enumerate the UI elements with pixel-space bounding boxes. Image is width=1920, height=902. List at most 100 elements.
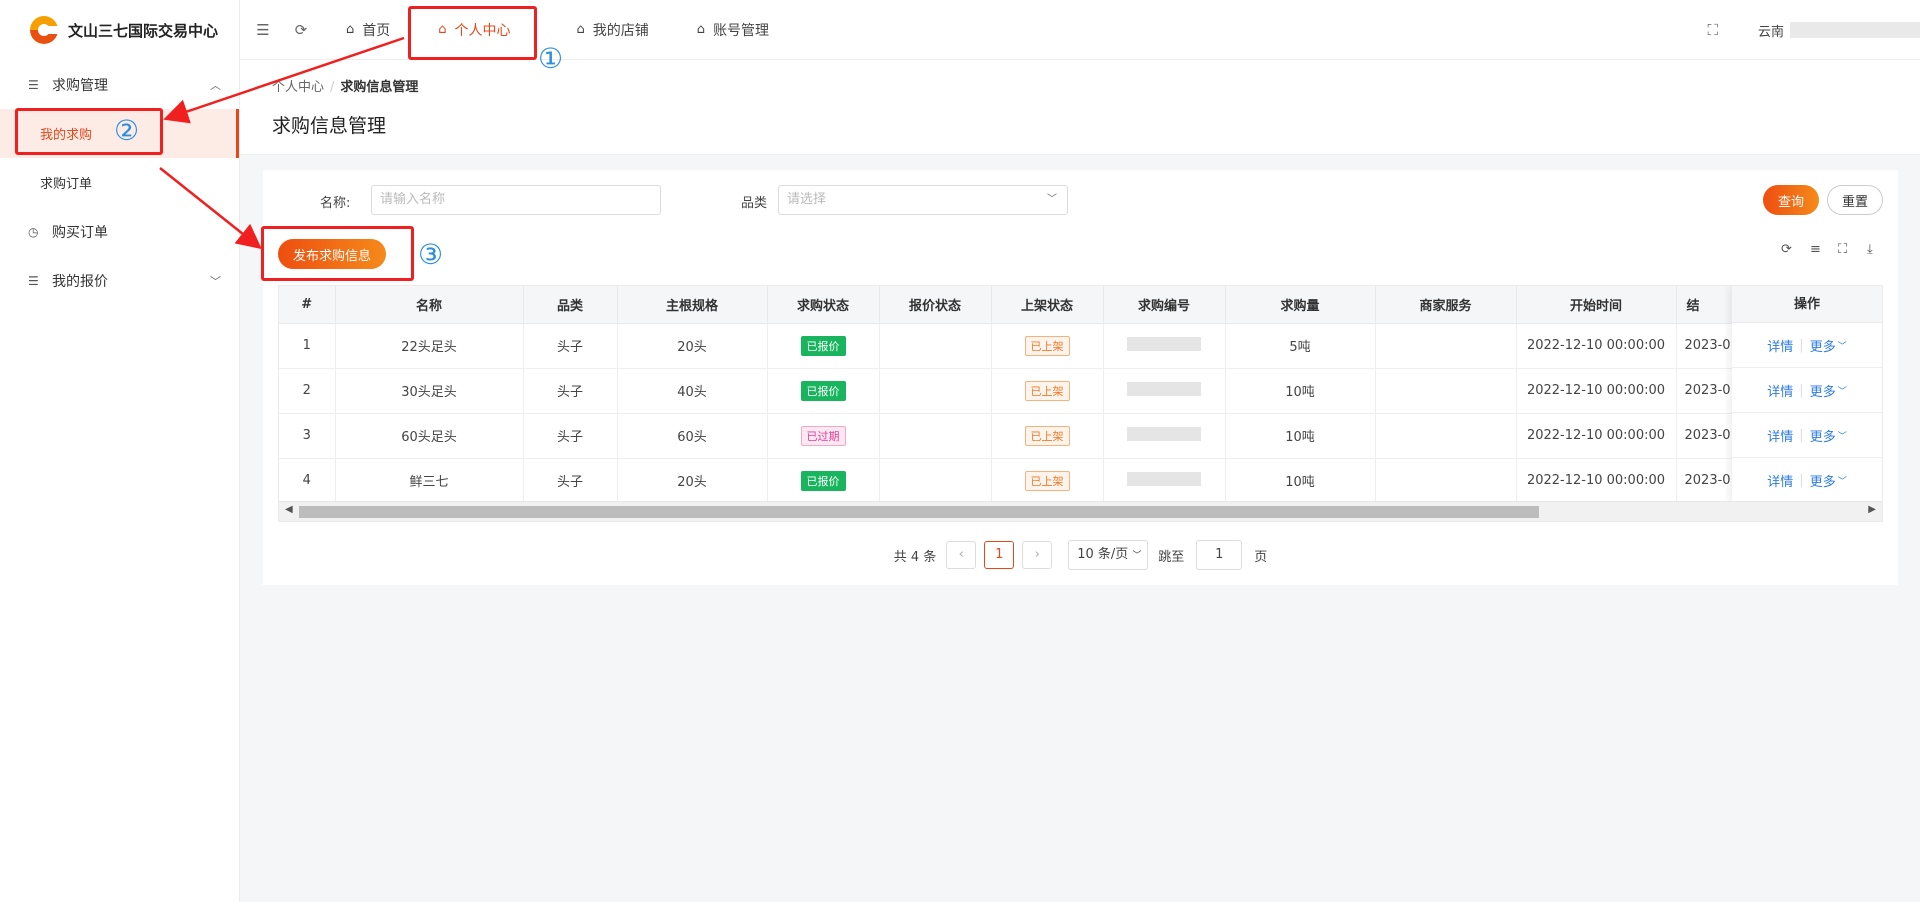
cell-status: 已过期 <box>767 413 880 459</box>
cell-qty: 10吨 <box>1225 368 1376 414</box>
sliders-icon: ☰ <box>28 77 39 92</box>
scroll-right-icon[interactable]: ▶ <box>1868 504 1876 515</box>
more-link[interactable]: 更多 <box>1810 336 1836 355</box>
column-header: 主根规格 <box>617 286 768 324</box>
annotation-box-1 <box>408 6 537 60</box>
cell-start: 2022-12-10 00:00:00 <box>1516 323 1677 369</box>
cell-status: 已报价 <box>767 323 880 369</box>
prev-page-button[interactable]: ‹ <box>946 541 977 569</box>
download-icon[interactable]: ⤓ <box>1867 242 1873 257</box>
more-link[interactable]: 更多 <box>1810 471 1836 490</box>
cell-service <box>1375 458 1517 504</box>
annotation-number-2: ② <box>114 114 140 147</box>
detail-link[interactable]: 详情 <box>1767 336 1793 355</box>
logo-icon <box>30 16 58 44</box>
status-badge: 已报价 <box>800 335 846 356</box>
page-header: 个人中心 / 求购信息管理 求购信息管理 <box>240 60 1920 155</box>
chevron-down-icon: ﹀ <box>1132 551 1142 561</box>
divider: | <box>1799 337 1804 353</box>
logo[interactable]: 文山三七国际交易中心 <box>0 0 239 60</box>
name-input[interactable]: 请输入名称 <box>371 185 661 215</box>
divider: | <box>1799 472 1804 488</box>
density-icon[interactable]: ≡ <box>1810 242 1821 257</box>
jump-input[interactable]: 1 <box>1196 540 1243 570</box>
clock-icon: ◷ <box>28 224 39 239</box>
fullscreen-icon[interactable]: ⛶ <box>1838 242 1847 257</box>
column-header: 操作 <box>1732 286 1882 323</box>
category-placeholder: 请选择 <box>787 192 827 207</box>
home-icon: ⌂ <box>346 22 355 37</box>
cell-code <box>1103 458 1226 504</box>
page-suffix: 页 <box>1254 549 1268 565</box>
sidebar-item-label: 求购订单 <box>40 177 93 192</box>
cell-category: 头子 <box>523 368 618 414</box>
sidebar-item-purchase-orders[interactable]: 求购订单 <box>0 158 239 207</box>
cell-qty: 5吨 <box>1225 323 1376 369</box>
column-header: 求购状态 <box>767 286 880 324</box>
cell-status: 已报价 <box>767 368 880 414</box>
cell-index: 3 <box>279 413 336 459</box>
operations-row: 详情 | 更多 ﹀ <box>1732 458 1882 503</box>
column-header: 商家服务 <box>1375 286 1517 324</box>
menu-collapse-icon[interactable]: ☰ <box>248 21 278 39</box>
cell-start: 2022-12-10 00:00:00 <box>1516 458 1677 504</box>
refresh-icon[interactable]: ⟳ <box>286 21 316 39</box>
chevron-down-icon: ﹀ <box>1837 386 1847 397</box>
operations-row: 详情 | 更多 ﹀ <box>1732 323 1882 368</box>
user-name[interactable]: 云南 <box>1758 21 1784 40</box>
cell-quote-status <box>879 413 992 459</box>
content-card: 名称: 请输入名称 品类 请选择 ﹀ 查询 重置 发布求购信息 ⟳ ≡ ⛶ ⤓ … <box>263 170 1898 585</box>
detail-link[interactable]: 详情 <box>1767 471 1793 490</box>
cell-category: 头子 <box>523 323 618 369</box>
category-select[interactable]: 请选择 ﹀ <box>778 185 1068 215</box>
purchase-table: # 名称 品类 主根规格 求购状态 报价状态 上架状态 求购编号 求购量 商家服… <box>278 285 1883 522</box>
table-row: 3 60头足头 头子 60头 已过期 已上架 10吨 2022-12-10 00… <box>279 413 1882 459</box>
chevron-down-icon: ﹀ <box>1837 431 1847 442</box>
fullscreen-icon[interactable]: ⛶ <box>1707 21 1718 39</box>
sidebar-group-purchase[interactable]: ☰ 求购管理 ︿ <box>0 60 239 109</box>
table: # 名称 品类 主根规格 求购状态 报价状态 上架状态 求购编号 求购量 商家服… <box>279 286 1882 504</box>
sidebar-item-buy-orders[interactable]: ◷ 购买订单 <box>0 207 239 256</box>
breadcrumb-separator: / <box>330 80 335 95</box>
page-title: 求购信息管理 <box>272 115 387 137</box>
code-blurred <box>1127 381 1201 396</box>
next-page-button[interactable]: › <box>1022 541 1053 569</box>
tab-home[interactable]: ⌂ 首页 <box>316 0 414 60</box>
query-button[interactable]: 查询 <box>1763 185 1819 215</box>
table-row: 1 22头足头 头子 20头 已报价 已上架 5吨 2022-12-10 00:… <box>279 323 1882 369</box>
more-link[interactable]: 更多 <box>1810 426 1836 445</box>
cell-start: 2022-12-10 00:00:00 <box>1516 413 1677 459</box>
breadcrumb-root[interactable]: 个人中心 <box>272 80 324 95</box>
home-icon: ⌂ <box>576 22 585 37</box>
cell-name: 60头足头 <box>335 413 524 459</box>
sidebar-group-my-quotes[interactable]: ☰ 我的报价 ﹀ <box>0 256 239 305</box>
category-filter-label: 品类 <box>741 196 768 211</box>
cell-spec: 20头 <box>617 458 768 504</box>
refresh-icon[interactable]: ⟳ <box>1781 242 1792 257</box>
reset-button[interactable]: 重置 <box>1827 185 1883 215</box>
operations-row: 详情 | 更多 ﹀ <box>1732 368 1882 413</box>
annotation-box-2 <box>15 108 163 155</box>
detail-link[interactable]: 详情 <box>1767 381 1793 400</box>
more-link[interactable]: 更多 <box>1810 381 1836 400</box>
detail-link[interactable]: 详情 <box>1767 426 1793 445</box>
scrollbar-thumb[interactable] <box>299 506 1539 518</box>
status-badge: 已报价 <box>800 470 846 491</box>
column-header: 上架状态 <box>991 286 1104 324</box>
sidebar-group-label: 我的报价 <box>52 273 108 290</box>
cell-name: 30头足头 <box>335 368 524 414</box>
column-header: 开始时间 <box>1516 286 1677 324</box>
page-number[interactable]: 1 <box>984 541 1015 569</box>
tab-label: 账号管理 <box>713 22 770 39</box>
cell-code <box>1103 413 1226 459</box>
cell-start: 2022-12-10 00:00:00 <box>1516 368 1677 414</box>
cell-index: 2 <box>279 368 336 414</box>
page-size-select[interactable]: 10 条/页 ﹀ <box>1068 540 1149 570</box>
cell-shelf: 已上架 <box>991 413 1104 459</box>
scroll-left-icon[interactable]: ◀ <box>285 504 293 515</box>
tab-account[interactable]: ⌂ 账号管理 <box>673 0 793 60</box>
horizontal-scrollbar[interactable]: ◀ ▶ <box>279 501 1882 521</box>
cell-quote-status <box>879 458 992 504</box>
user-name-blurred <box>1790 22 1920 38</box>
cell-name: 22头足头 <box>335 323 524 369</box>
